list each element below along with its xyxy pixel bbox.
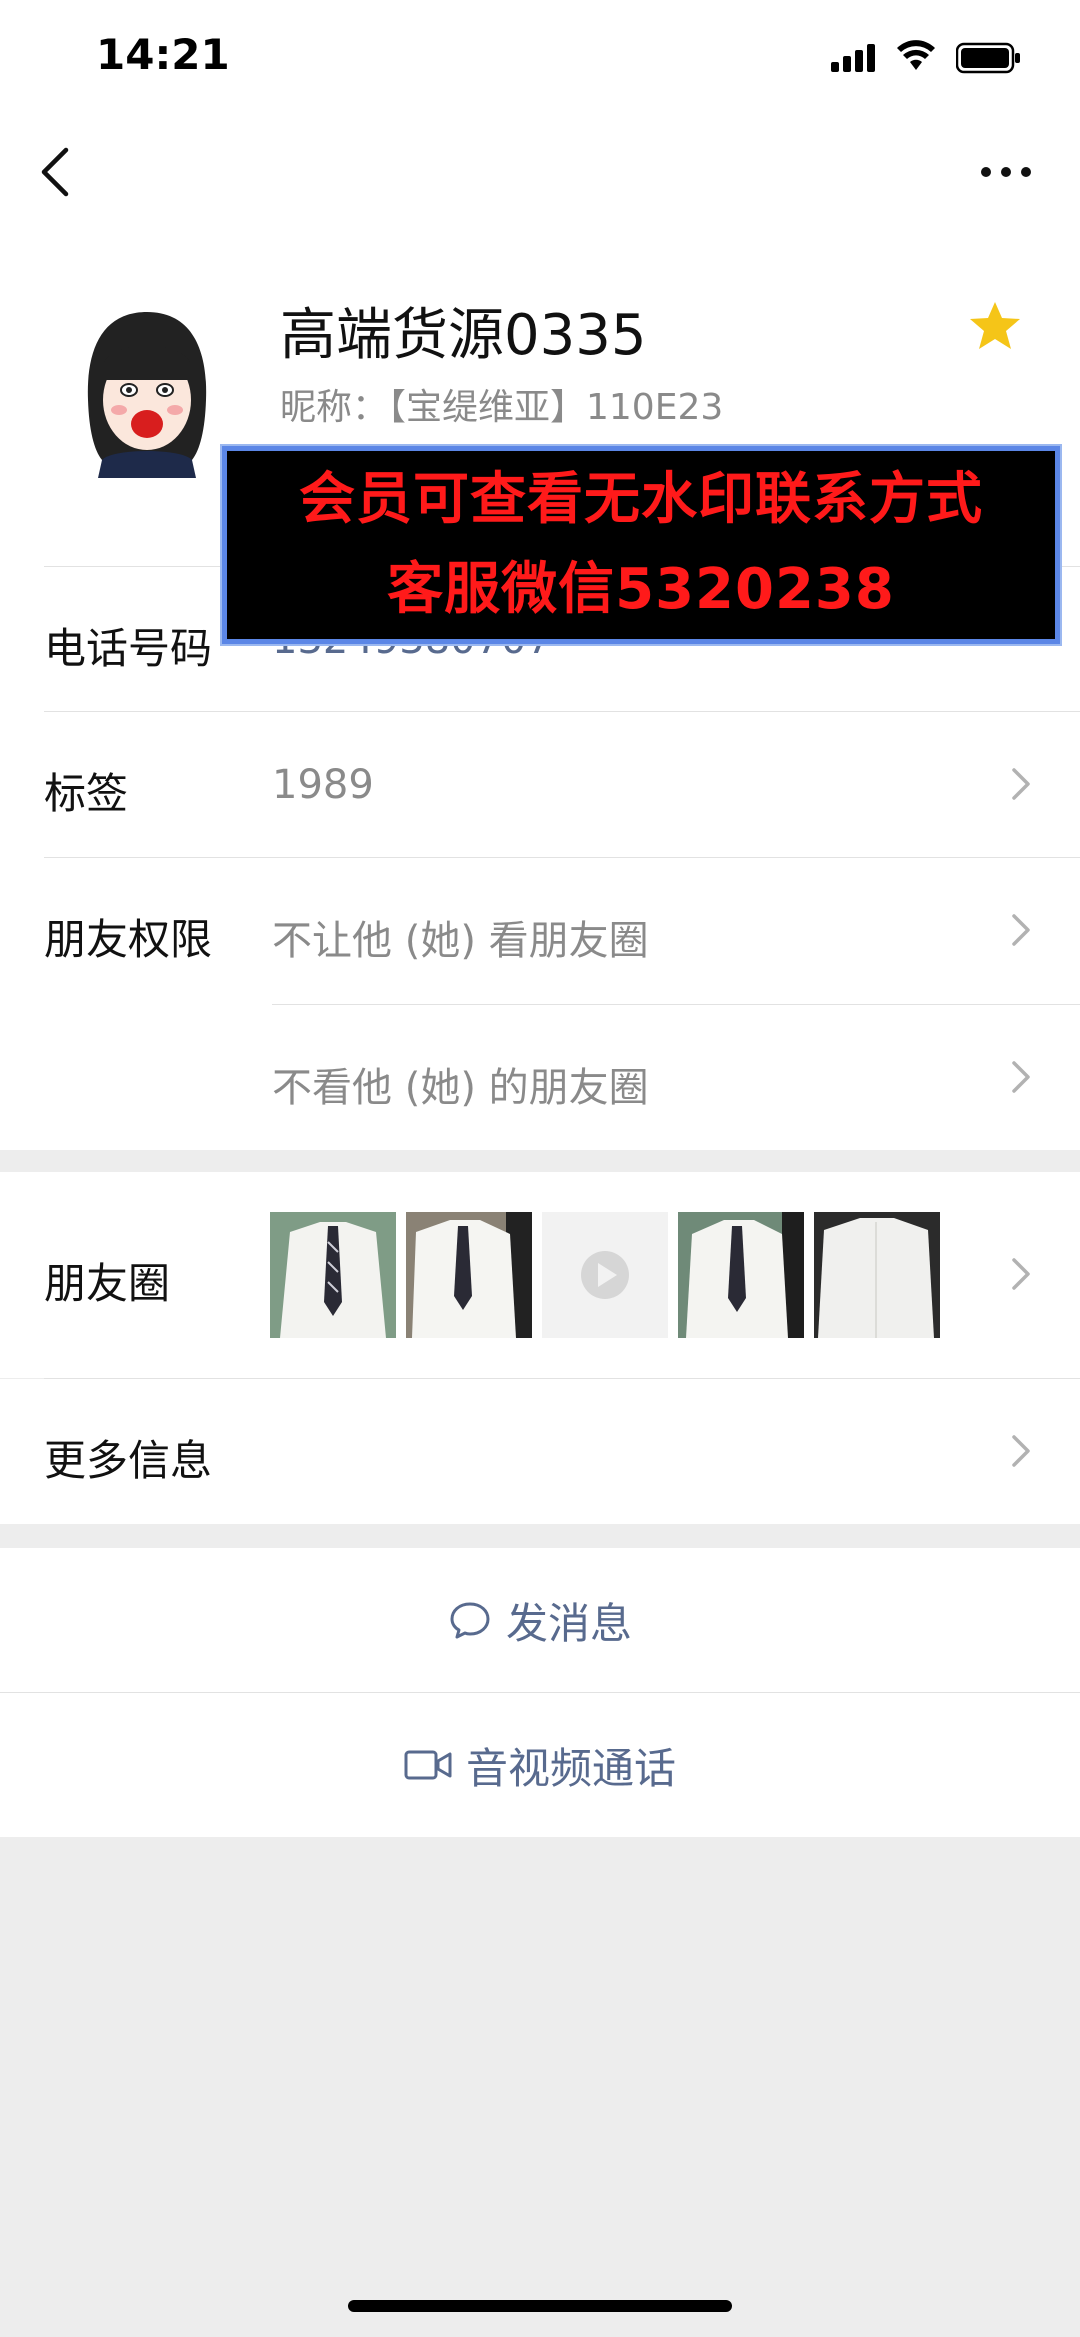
moments-label: 朋友圈 bbox=[44, 1259, 171, 1308]
send-message-label: 发消息 bbox=[505, 1598, 632, 1648]
video-call-label: 音视频通话 bbox=[465, 1743, 676, 1793]
video-camera-icon bbox=[404, 1750, 452, 1780]
home-indicator[interactable] bbox=[348, 2300, 732, 2312]
phone-label: 电话号码 bbox=[44, 624, 213, 673]
tags-label: 标签 bbox=[44, 769, 129, 818]
chat-bubble-icon bbox=[450, 1602, 490, 1639]
watermark-line-1: 会员可查看无水印联系方式 bbox=[299, 467, 983, 532]
moments-thumbnail[interactable] bbox=[678, 1212, 804, 1338]
more-info-label: 更多信息 bbox=[44, 1436, 213, 1485]
moments-thumbnail[interactable] bbox=[406, 1212, 532, 1338]
watermark-line-2: 客服微信5320238 bbox=[387, 557, 895, 622]
send-message-button[interactable]: 发消息 bbox=[0, 1548, 1080, 1692]
permission-hide-their-moments: 不看他 (她) 的朋友圈 bbox=[272, 1065, 649, 1111]
more-info-row[interactable]: 更多信息 bbox=[0, 1379, 1080, 1524]
nickname: 昵称：【宝缇维亚】110E23 bbox=[280, 387, 724, 428]
permissions-row-1[interactable]: 朋友权限 不让他 (她) 看朋友圈 bbox=[0, 858, 1080, 1004]
more-dots-icon[interactable] bbox=[978, 150, 1034, 194]
cellular-signal-icon bbox=[831, 44, 877, 72]
chevron-right-icon bbox=[1012, 1061, 1030, 1093]
watermark-banner: 会员可查看无水印联系方式 客服微信5320238 bbox=[222, 446, 1060, 644]
tags-value: 1989 bbox=[272, 762, 374, 808]
permissions-label: 朋友权限 bbox=[44, 915, 213, 964]
chevron-right-icon bbox=[1012, 914, 1030, 946]
permissions-row-2[interactable]: 不看他 (她) 的朋友圈 bbox=[0, 1005, 1080, 1150]
chevron-right-icon bbox=[1012, 768, 1030, 800]
chevron-right-icon bbox=[1012, 1435, 1030, 1467]
avatar[interactable] bbox=[72, 300, 222, 478]
moments-thumbnail[interactable] bbox=[814, 1212, 940, 1338]
wifi-icon bbox=[897, 40, 935, 70]
moments-thumbnail[interactable] bbox=[270, 1212, 396, 1338]
battery-icon bbox=[956, 42, 1020, 74]
status-time: 14:21 bbox=[96, 30, 230, 79]
back-arrow-icon[interactable] bbox=[34, 142, 78, 202]
status-bar: 14:21 bbox=[0, 0, 1080, 110]
star-icon[interactable] bbox=[968, 300, 1022, 352]
permission-hide-my-moments: 不让他 (她) 看朋友圈 bbox=[272, 918, 649, 964]
tags-row[interactable]: 标签 1989 bbox=[0, 712, 1080, 857]
moments-video-thumbnail[interactable] bbox=[542, 1212, 668, 1338]
chevron-right-icon bbox=[1012, 1258, 1030, 1290]
video-call-button[interactable]: 音视频通话 bbox=[0, 1693, 1080, 1837]
display-name: 高端货源0335 bbox=[280, 303, 647, 368]
